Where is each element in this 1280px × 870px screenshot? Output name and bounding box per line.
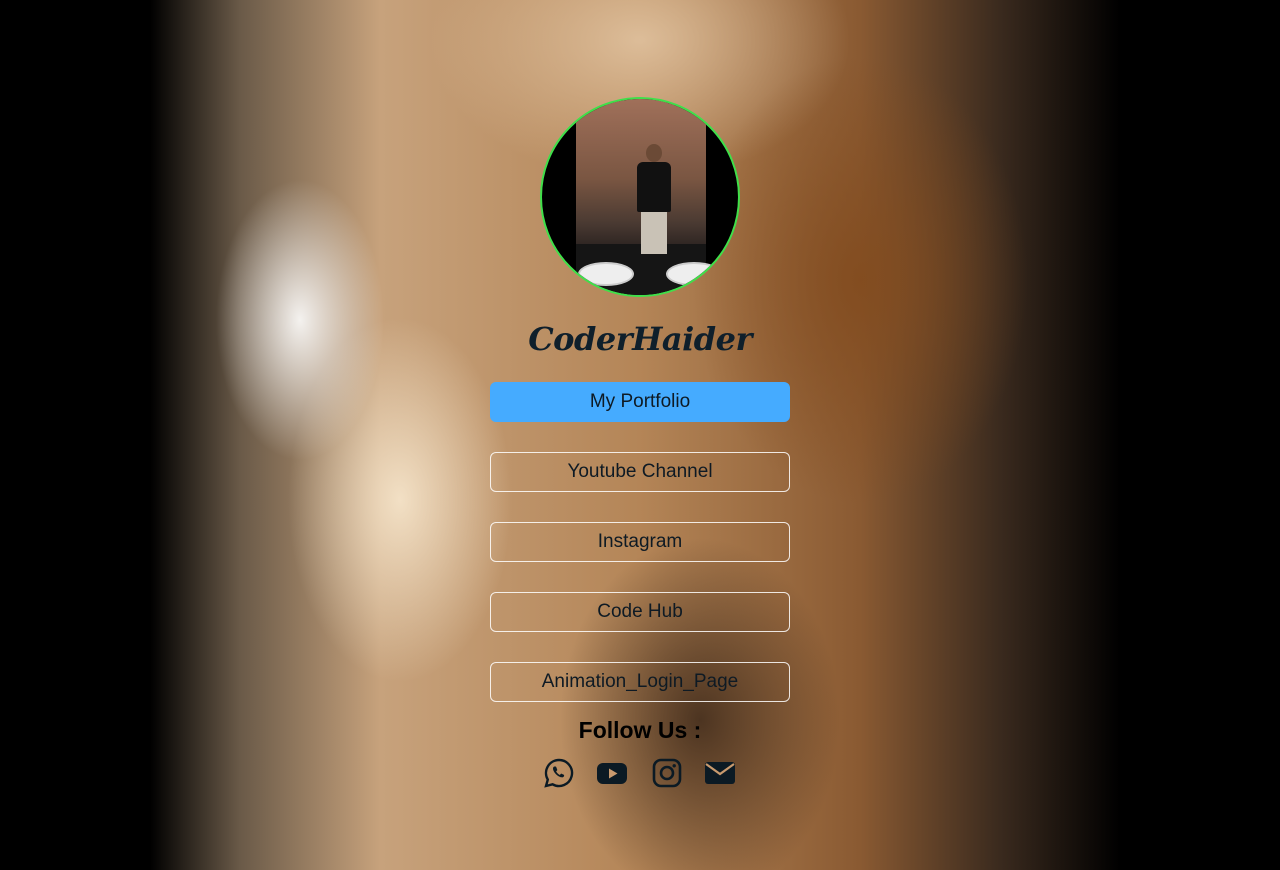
- whatsapp-icon[interactable]: [543, 757, 575, 789]
- portfolio-link-button[interactable]: My Portfolio: [490, 382, 790, 422]
- photo-person-torso: [637, 162, 671, 212]
- profile-name: CoderHaider: [528, 320, 752, 358]
- instagram-icon[interactable]: [651, 757, 683, 789]
- photo-person-head: [646, 144, 662, 162]
- avatar: [540, 97, 740, 297]
- photo-sink: [578, 262, 634, 286]
- page: CoderHaider My Portfolio Youtube Channel…: [0, 0, 1280, 870]
- photo-person-legs: [641, 212, 667, 254]
- follow-us-heading: Follow Us :: [578, 717, 702, 743]
- photo-sink: [666, 262, 722, 286]
- email-icon[interactable]: [704, 757, 736, 789]
- code-hub-link-button[interactable]: Code Hub: [490, 592, 790, 632]
- youtube-icon[interactable]: [596, 757, 628, 789]
- photo-person: [637, 144, 671, 254]
- youtube-channel-link-button[interactable]: Youtube Channel: [490, 452, 790, 492]
- social-icons: [540, 757, 740, 793]
- animation-login-page-link-button[interactable]: Animation_Login_Page: [490, 662, 790, 702]
- instagram-link-button[interactable]: Instagram: [490, 522, 790, 562]
